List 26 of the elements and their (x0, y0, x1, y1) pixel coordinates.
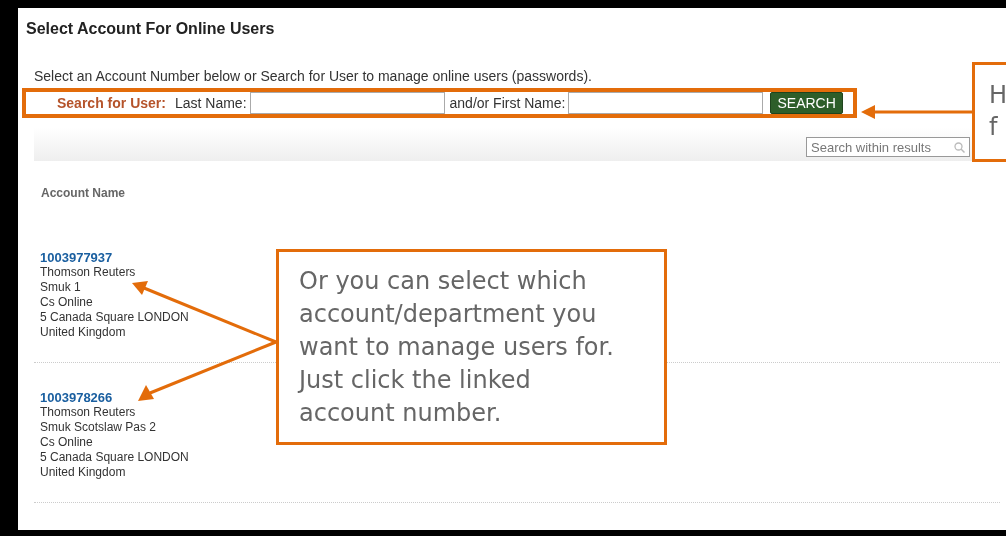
first-name-field[interactable] (568, 92, 764, 114)
address-line: Thomson Reuters (40, 265, 136, 280)
first-name-label: and/or First Name: (449, 95, 566, 111)
filter-placeholder: Search within results (811, 139, 931, 155)
filter-field[interactable]: Search within results (806, 137, 970, 157)
address-line: Smuk Scotslaw Pas 2 (40, 420, 157, 435)
address-line: 5 Canada Square LONDON (40, 450, 189, 465)
column-header: Account Name (41, 186, 127, 200)
address-line: United Kingdom (40, 325, 126, 340)
account-link[interactable]: 1003977937 (40, 250, 113, 265)
address-line: United Kingdom (40, 465, 126, 480)
callout-text: H f (989, 80, 1006, 143)
address-line: Cs Online (40, 435, 93, 450)
last-name-field[interactable] (249, 92, 445, 114)
instructions-text: Select an Account Number below or Search for User to manage online users (passwords). (34, 68, 593, 84)
address-line: Thomson Reuters (40, 405, 136, 420)
address-line: Cs Online (40, 295, 93, 310)
address-line: 5 Canada Square LONDON (40, 310, 189, 325)
callout-text: Or you can select which account/department you want to manage users for. Just click the linked account number. (299, 266, 615, 429)
page-title: Select Account For Online Users (26, 20, 276, 38)
address-line: Smuk 1 (40, 280, 81, 295)
search-icon (954, 141, 965, 153)
account-link[interactable]: 1003978266 (40, 390, 113, 405)
last-name-label: Last Name: (174, 95, 247, 111)
search-label: Search for User: (57, 95, 166, 111)
search-button[interactable]: SEARCH (770, 92, 843, 114)
